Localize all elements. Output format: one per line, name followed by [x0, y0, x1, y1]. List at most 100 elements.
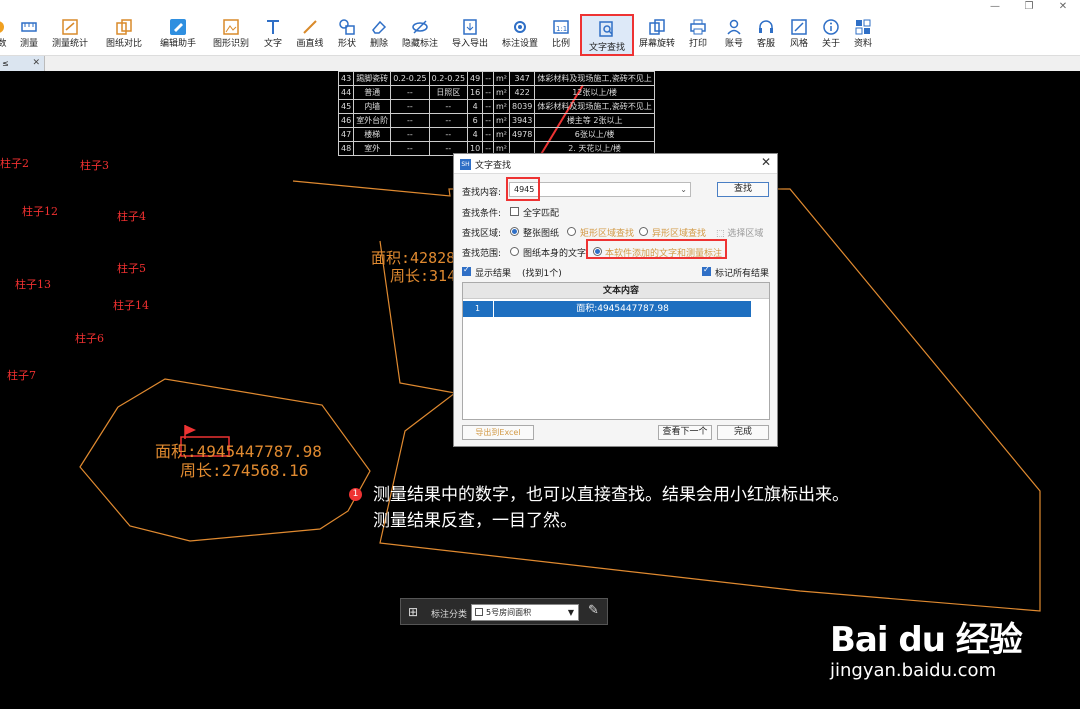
line-icon — [303, 20, 317, 34]
results-list: 文本内容 1 面积:4945447787.98 — [462, 282, 770, 420]
table-cell: -- — [428, 113, 469, 128]
tool-scale[interactable]: 1:1 比例 — [550, 18, 572, 54]
table-cell: 室外台阶 — [353, 113, 392, 128]
tool-edit-assistant[interactable]: 编辑助手 — [159, 18, 197, 54]
table-cell: 6 — [467, 113, 484, 128]
text-icon — [267, 20, 279, 34]
table-cell: 日照区 — [428, 85, 469, 100]
tool-rotate-screen[interactable]: 屏幕旋转 — [638, 18, 676, 54]
import-export-icon — [463, 19, 477, 35]
close-tab-icon[interactable]: ✕ — [32, 56, 40, 71]
whole-word-checkbox[interactable] — [510, 207, 519, 216]
edit-assistant-icon — [170, 19, 186, 35]
table-cell: 45 — [337, 99, 355, 114]
column-label: 柱子7 — [7, 369, 36, 382]
mark-all-checkbox[interactable] — [702, 265, 711, 276]
chevron-down-icon[interactable]: ⌄ — [680, 183, 687, 196]
tool-measure[interactable]: 测量 — [16, 18, 42, 54]
tool-support[interactable]: 客服 — [755, 18, 777, 54]
tool-text-search[interactable]: 文字查找 — [580, 14, 634, 56]
area-rect-label: 矩形区域查找 — [580, 229, 635, 239]
table-cell: -- — [390, 113, 430, 128]
table-cell: 44 — [337, 85, 355, 100]
column-label: 柱子6 — [75, 332, 104, 345]
table-cell: 普通 — [353, 85, 392, 100]
tool-about[interactable]: 关于 — [820, 18, 842, 54]
table-cell: -- — [428, 99, 469, 114]
area-irregular-label: 异形区域查找 — [652, 229, 707, 239]
info-icon — [823, 19, 839, 35]
tool-compare[interactable]: 图纸对比 — [105, 18, 143, 54]
rotate-icon — [649, 19, 665, 35]
table-cell: 4 — [467, 99, 484, 114]
dialog-close-button[interactable]: ✕ — [761, 155, 771, 169]
user-icon — [727, 19, 741, 35]
table-cell: 8039 — [508, 99, 536, 114]
table-cell: 12张以上/楼 — [534, 85, 655, 100]
table-cell: m² — [493, 85, 510, 100]
table-cell: -- — [482, 113, 494, 128]
table-cell: 3943 — [508, 113, 536, 128]
area-whole-drawing-label: 整张图纸 — [523, 229, 560, 239]
table-cell: 422 — [508, 85, 536, 100]
tool-measure-stats[interactable]: 测量统计 — [50, 18, 90, 54]
table-cell: 43 — [337, 71, 355, 86]
tool-resources[interactable]: 资料 — [852, 18, 874, 54]
area-rect-radio[interactable] — [567, 227, 576, 236]
category-label: 标注分类 — [431, 610, 468, 620]
tool-hide-annotations[interactable]: 隐藏标注 — [401, 18, 439, 54]
shape-icon — [339, 19, 355, 35]
table-row: 45 内墙 -- -- 4 -- m² 8039 体彩材料及现场施工,瓷砖不见上 — [337, 99, 655, 114]
search-button[interactable]: 查找 — [717, 182, 769, 197]
select-area-button[interactable]: ⬚ 选择区域 — [716, 226, 763, 239]
table-cell: m² — [493, 99, 510, 114]
export-excel-button[interactable]: 导出到Excel — [462, 425, 534, 440]
table-cell: 体彩材料及现场施工,瓷砖不见上 — [534, 71, 655, 86]
tool-annotation-settings[interactable]: 标注设置 — [501, 18, 539, 54]
tool-delete[interactable]: 删除 — [368, 18, 390, 54]
toolbar-partial-item[interactable]: 数 — [0, 18, 10, 54]
grid-icon[interactable]: ⊞ — [408, 605, 418, 619]
minimize-button[interactable]: — — [980, 0, 1010, 14]
app-window: — ❐ ✕ 数 测量 测量统计 图纸对比 编辑助手 图形识别 文字 画直线 形状… — [0, 0, 1080, 709]
restore-button[interactable]: ❐ — [1014, 0, 1044, 14]
show-results-checkbox[interactable] — [462, 265, 471, 276]
tool-account[interactable]: 账号 — [723, 18, 745, 54]
area-irregular-radio[interactable] — [639, 227, 648, 236]
tool-import-export[interactable]: 导入导出 — [451, 18, 489, 54]
column-label: 柱子13 — [15, 278, 51, 291]
table-cell: 47 — [337, 127, 355, 142]
area-whole-drawing-radio[interactable] — [510, 227, 519, 236]
close-window-button[interactable]: ✕ — [1048, 0, 1078, 14]
table-cell: -- — [390, 141, 430, 156]
caption-line-2: 测量结果反查，一目了然。 — [373, 511, 577, 531]
eye-off-icon — [412, 20, 428, 34]
tool-shape-recognition[interactable]: 图形识别 — [212, 18, 250, 54]
table-cell: 4 — [467, 127, 484, 142]
scope-drawing-text-radio[interactable] — [510, 247, 519, 256]
result-row[interactable]: 1 面积:4945447787.98 — [463, 301, 751, 317]
table-cell: 48 — [337, 141, 355, 156]
find-next-button[interactable]: 查看下一个 — [658, 425, 712, 440]
mark-all-label: 标记所有结果 — [715, 269, 770, 279]
done-button[interactable]: 完成 — [717, 425, 769, 440]
table-cell: m² — [493, 71, 510, 86]
table-cell: -- — [482, 99, 494, 114]
table-cell: -- — [390, 99, 430, 114]
stats-icon — [62, 19, 78, 35]
search-scope-label: 查找范围: — [462, 249, 502, 259]
scope-highlight — [586, 239, 727, 259]
found-count: (找到1个) — [522, 269, 562, 279]
table-cell: -- — [482, 85, 494, 100]
table-cell: 0.2-0.25 — [428, 71, 469, 86]
tool-print[interactable]: 打印 — [687, 18, 709, 54]
tool-shape[interactable]: 形状 — [336, 18, 358, 54]
tool-draw-line[interactable]: 画直线 — [296, 18, 324, 54]
tool-style[interactable]: 风格 — [788, 18, 810, 54]
search-condition-label: 查找条件: — [462, 209, 502, 219]
tool-text[interactable]: 文字 — [262, 18, 284, 54]
edit-icon[interactable]: ✎ — [588, 603, 599, 618]
category-select[interactable]: 5号房间面积 ▼ — [471, 604, 579, 621]
document-tab[interactable]: ≤ ✕ — [0, 56, 45, 71]
column-label: 柱子5 — [117, 262, 146, 275]
